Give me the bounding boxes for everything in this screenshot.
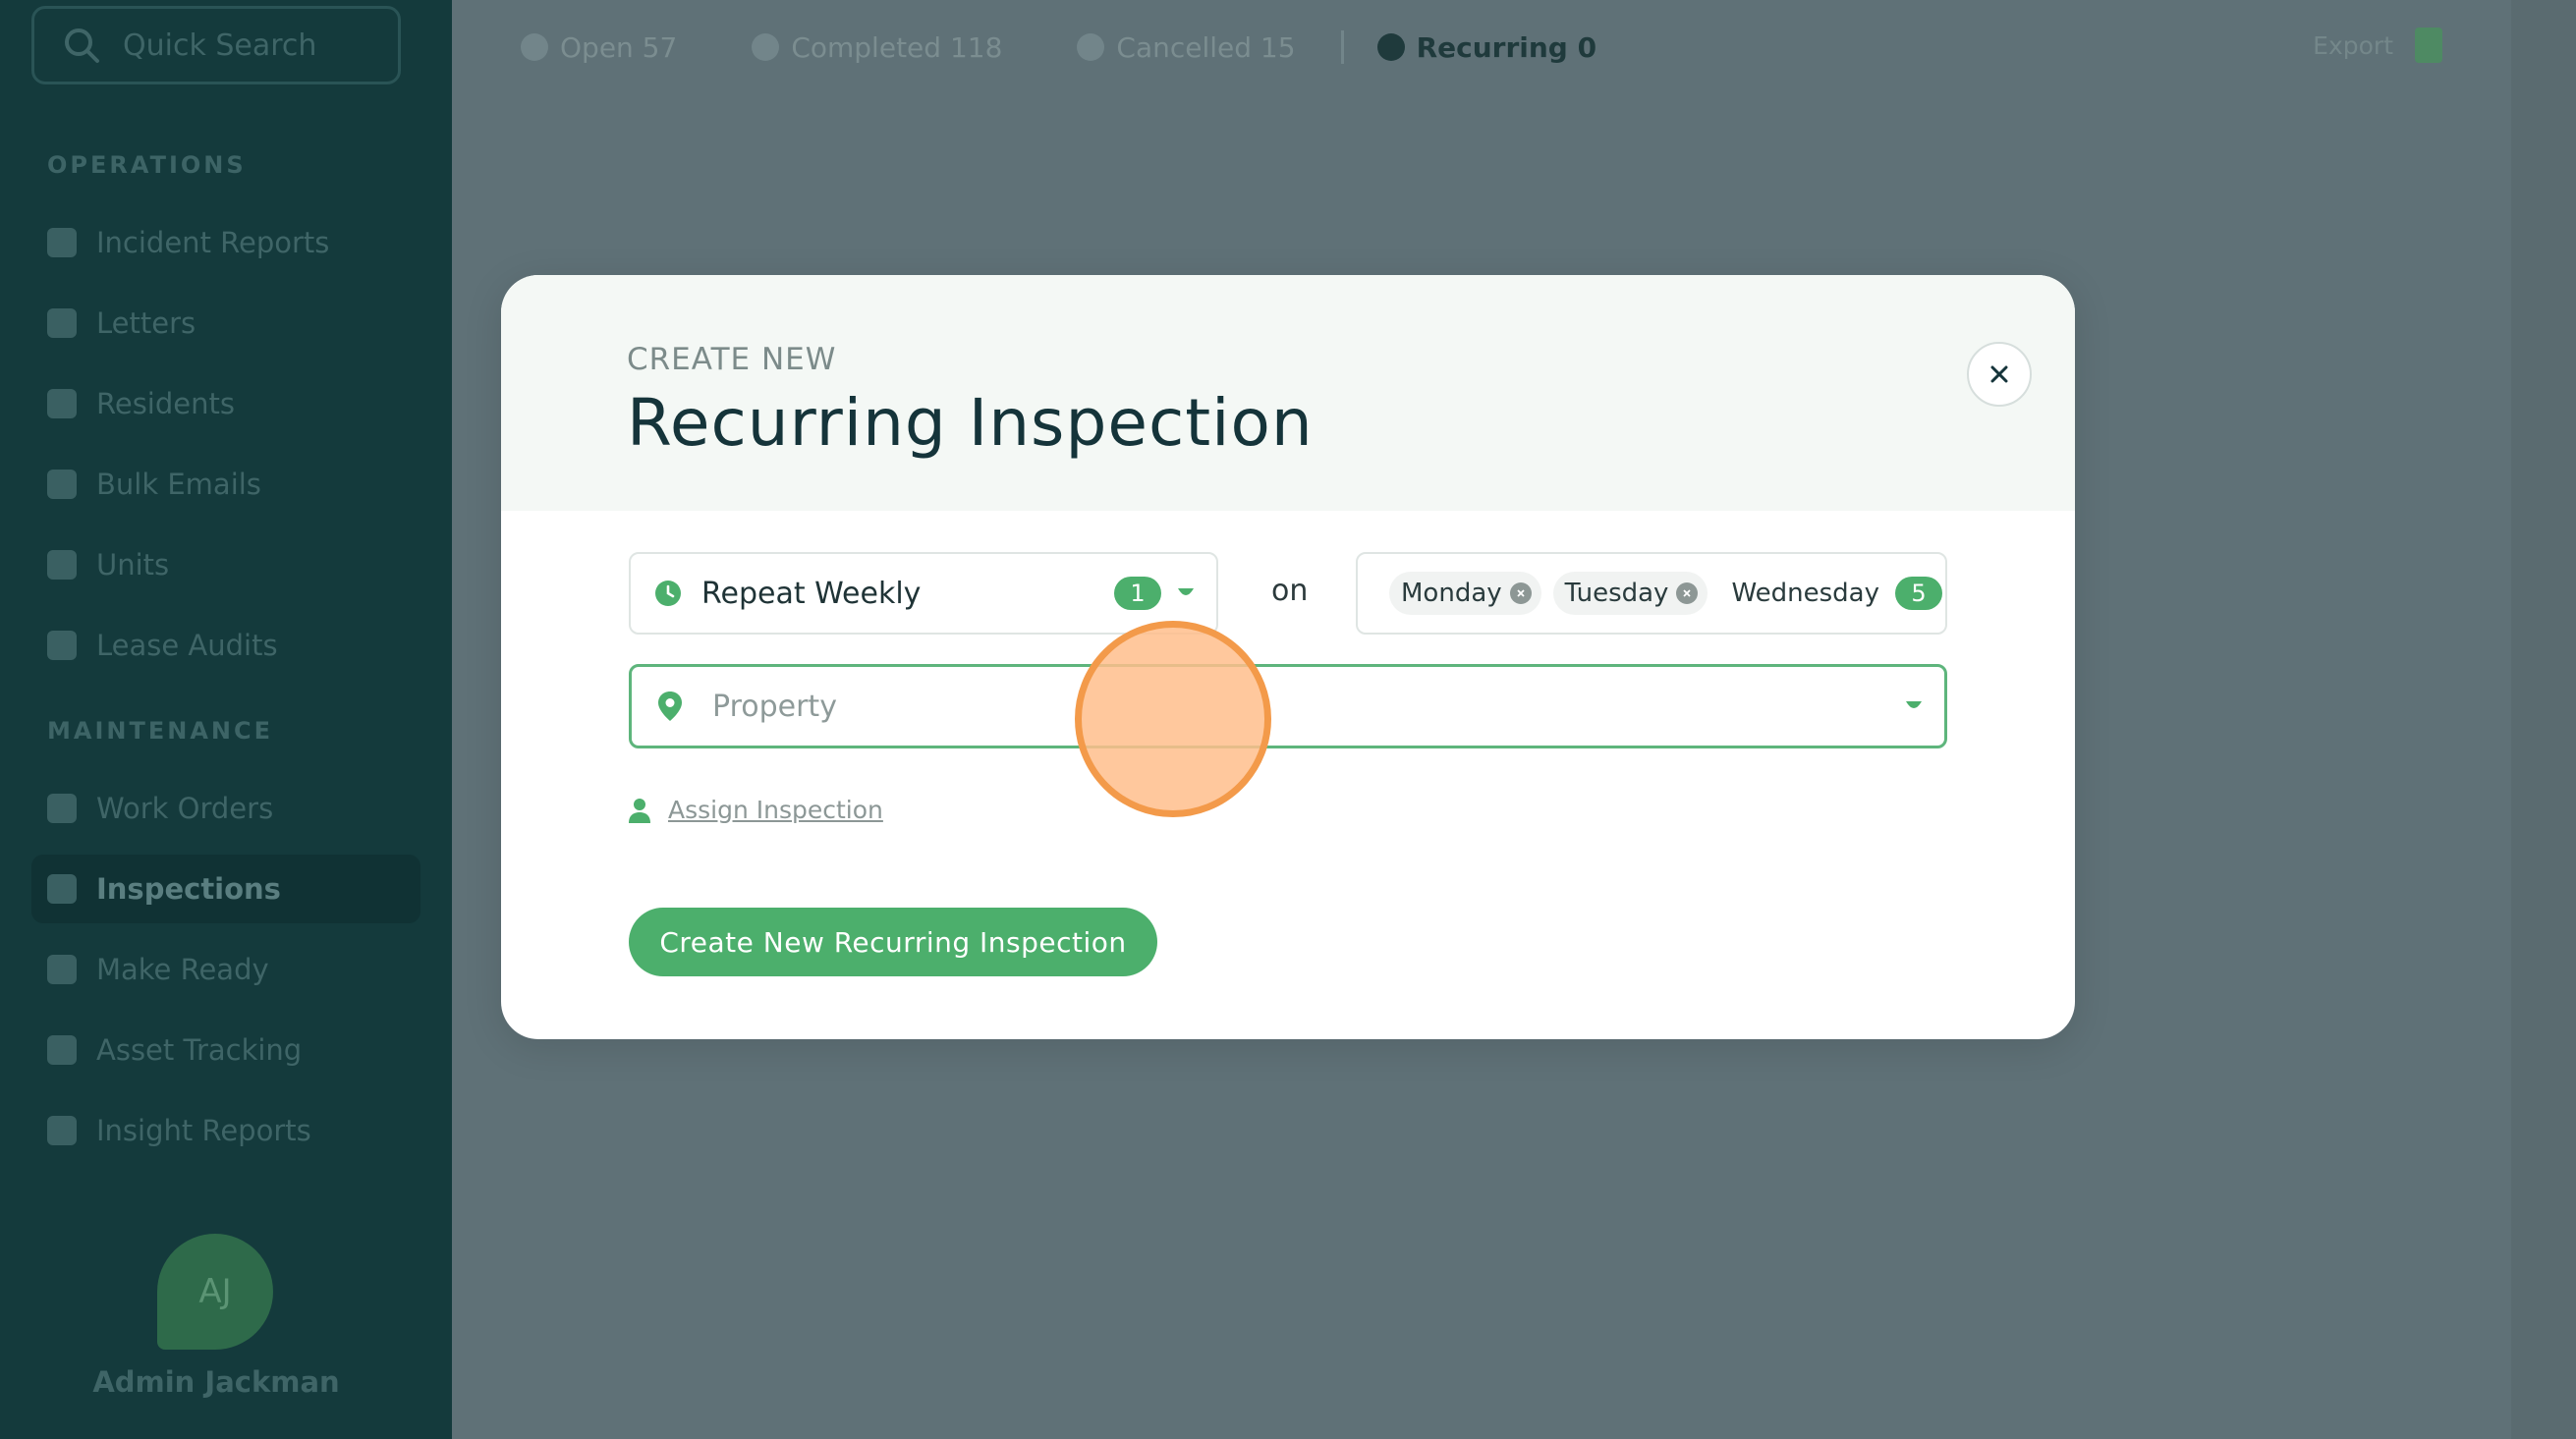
modal-title: Recurring Inspection (627, 385, 1314, 461)
day-chip-label: Monday (1401, 579, 1502, 608)
repeat-frequency-select[interactable]: Repeat Weekly 1 (629, 552, 1218, 635)
export-button[interactable]: Export (2313, 28, 2442, 63)
property-select[interactable] (629, 664, 1947, 748)
day-chip: Monday (1389, 572, 1541, 615)
sidebar-item-label: Inspections (96, 872, 281, 906)
days-count-badge: 5 (1894, 577, 1942, 610)
chevron-down-icon (1178, 588, 1194, 595)
export-label: Export (2313, 30, 2393, 60)
sidebar-item-make-ready[interactable]: Make Ready (31, 935, 420, 1004)
remove-chip-icon[interactable] (1509, 582, 1532, 604)
repeat-frequency-value: Repeat Weekly (701, 576, 922, 611)
tab-label: Completed 118 (791, 30, 1003, 64)
wrench-icon (47, 794, 77, 823)
sidebar-item-label: Make Ready (96, 953, 269, 986)
create-recurring-inspection-button[interactable]: Create New Recurring Inspection (629, 908, 1157, 976)
recurring-icon (1376, 33, 1405, 61)
sidebar-item-label: Insight Reports (96, 1114, 311, 1147)
tab-completed[interactable]: Completed 118 (752, 31, 1002, 64)
sidebar-item-label: Incident Reports (96, 226, 330, 259)
sidebar-item-label: Work Orders (96, 792, 274, 825)
clock-icon (655, 581, 681, 606)
on-label: on (1271, 574, 1309, 608)
home-icon (47, 550, 77, 580)
sidebar-item-label: Lease Audits (96, 629, 278, 662)
sidebar-item-incident-reports[interactable]: Incident Reports (31, 208, 420, 277)
tab-label: Open 57 (560, 30, 678, 64)
report-icon (47, 1116, 77, 1145)
sidebar-item-units[interactable]: Units (31, 530, 420, 599)
cancel-icon (1077, 33, 1105, 61)
assign-inspection-link[interactable]: Assign Inspection (668, 796, 883, 824)
day-chip-label: Wednesday (1731, 579, 1879, 608)
remove-chip-icon[interactable] (1676, 582, 1699, 604)
close-icon (1990, 365, 2008, 383)
create-recurring-inspection-modal: CREATE NEW Recurring Inspection Repeat W… (501, 275, 2075, 1039)
sidebar-item-asset-tracking[interactable]: Asset Tracking (31, 1016, 420, 1084)
sidebar-item-lease-audits[interactable]: Lease Audits (31, 611, 420, 680)
tab-cancelled[interactable]: Cancelled 15 (1077, 30, 1296, 64)
sidebar-item-label: Bulk Emails (96, 468, 261, 501)
assign-inspection-row: Assign Inspection (629, 796, 883, 824)
sidebar-item-label: Residents (96, 387, 235, 420)
tab-divider (1340, 30, 1344, 64)
search-icon (65, 28, 99, 63)
user-name: Admin Jackman (92, 1365, 340, 1399)
grid-icon (521, 33, 548, 61)
day-chip: Tuesday (1552, 572, 1708, 615)
person-icon (629, 798, 650, 823)
spreadsheet-icon (2415, 28, 2442, 63)
check-icon (752, 33, 780, 61)
property-input[interactable] (712, 689, 1905, 724)
tab-recurring[interactable]: Recurring 0 (1376, 30, 1597, 64)
sidebar-item-letters[interactable]: Letters (31, 289, 420, 358)
scan-icon (47, 1035, 77, 1065)
tab-open[interactable]: Open 57 (521, 31, 677, 64)
sidebar-item-bulk-emails[interactable]: Bulk Emails (31, 450, 420, 519)
avatar[interactable]: AJ (157, 1234, 273, 1350)
repeat-count-badge: 1 (1114, 577, 1161, 610)
modal-eyebrow: CREATE NEW (627, 342, 837, 377)
chevron-down-icon (1906, 701, 1922, 708)
modal-header: CREATE NEW Recurring Inspection (501, 275, 2075, 511)
clipboard-icon (47, 874, 77, 904)
sidebar-item-insight-reports[interactable]: Insight Reports (31, 1096, 420, 1165)
section-operations: OPERATIONS (47, 151, 247, 179)
sidebar-item-label: Letters (96, 306, 196, 340)
sidebar-item-label: Units (96, 548, 170, 581)
section-maintenance: MAINTENANCE (47, 717, 273, 745)
document-icon (47, 228, 77, 257)
sidebar-item-label: Asset Tracking (96, 1033, 303, 1067)
weekday-multiselect[interactable]: Monday Tuesday Wednesday 5 (1356, 552, 1947, 635)
sidebar-item-inspections[interactable]: Inspections (31, 855, 420, 923)
tab-label: Cancelled 15 (1116, 30, 1296, 64)
close-button[interactable] (1967, 342, 2032, 407)
location-pin-icon (658, 692, 682, 721)
day-chip-label: Tuesday (1564, 579, 1669, 608)
mail-icon (47, 470, 77, 499)
quick-search[interactable]: Quick Search (31, 6, 401, 84)
people-icon (47, 389, 77, 418)
tab-label: Recurring 0 (1416, 30, 1597, 64)
shield-icon (47, 631, 77, 660)
right-rail (2511, 0, 2576, 1439)
letter-icon (47, 308, 77, 338)
sidebar-item-residents[interactable]: Residents (31, 369, 420, 438)
search-placeholder: Quick Search (123, 28, 317, 63)
status-tabs: Open 57 Completed 118 Cancelled 15 Recur… (452, 0, 2511, 94)
sidebar-item-work-orders[interactable]: Work Orders (31, 774, 420, 843)
calendar-icon (47, 955, 77, 984)
day-chip: Wednesday (1719, 572, 1879, 615)
sidebar: Quick Search OPERATIONS Incident Reports… (0, 0, 452, 1439)
